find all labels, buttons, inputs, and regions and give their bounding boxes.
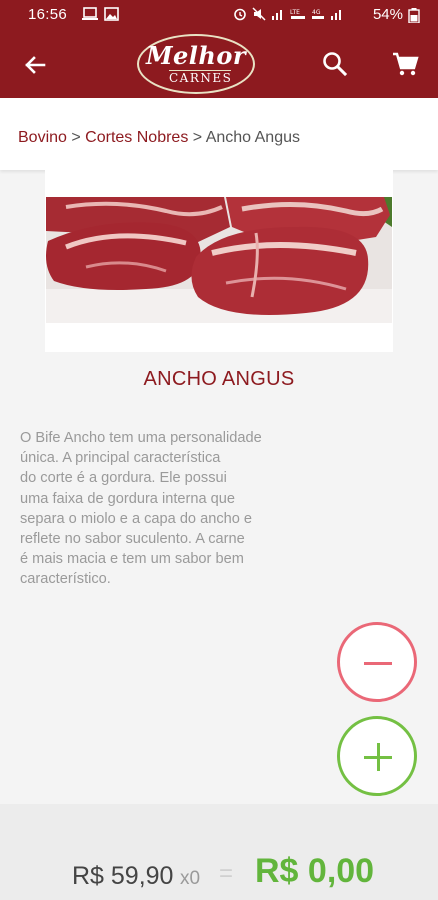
mute-icon: [252, 7, 266, 21]
breadcrumb-row: Bovino > Cortes Nobres > Ancho Angus: [18, 129, 300, 147]
arrow-left-icon[interactable]: [20, 50, 50, 80]
search-icon[interactable]: [320, 49, 350, 79]
description-line: reflete no sabor suculento. A carne: [20, 531, 245, 548]
status-time: 16:56: [28, 6, 68, 23]
description-line: uma faixa de gordura interna que: [20, 490, 235, 507]
description-line: do corte é a gordura. Ele possui: [20, 470, 227, 487]
minus-icon: [364, 662, 392, 665]
breadcrumb: Bovino > Cortes Nobres > Ancho Angus: [0, 98, 438, 170]
laptop-icon: [82, 7, 98, 20]
product-image: [46, 197, 392, 323]
brand-logo[interactable]: Melhor CARNES: [137, 34, 255, 94]
app-bar: Melhor CARNES: [0, 30, 438, 98]
alarm-icon: [234, 8, 246, 21]
decrease-quantity-button[interactable]: [337, 622, 417, 702]
breadcrumb-item-cortes-nobres[interactable]: Cortes Nobres: [85, 129, 188, 146]
total-price: R$ 0,00: [255, 852, 375, 890]
description-line: única. A principal característica: [20, 450, 221, 467]
battery-icon: [408, 8, 420, 23]
lte-icon: LTE: [290, 9, 305, 19]
description-line: separa o miolo e a capa do ancho e: [20, 510, 253, 527]
4g-icon: 4G: [312, 9, 324, 19]
cart-icon[interactable]: [390, 49, 420, 79]
breadcrumb-separator: >: [192, 129, 206, 146]
unit-price: R$ 59,90: [72, 862, 174, 890]
breadcrumb-item-current: Ancho Angus: [205, 129, 300, 146]
breadcrumb-item-bovino[interactable]: Bovino: [18, 129, 67, 146]
breadcrumb-separator: >: [71, 129, 86, 146]
logo-word-melhor: Melhor: [145, 41, 247, 70]
image-icon: [104, 7, 119, 21]
signal-icon: [272, 10, 282, 20]
product-title: ANCHO ANGUS: [143, 368, 295, 390]
signal-icon-2: [331, 10, 341, 20]
svg-text:LTE: LTE: [290, 9, 300, 16]
battery-percent: 54%: [372, 6, 403, 23]
description-line: característico.: [20, 571, 111, 588]
equals-sign: =: [219, 860, 234, 887]
quantity-multiplier: x0: [180, 868, 201, 889]
status-bar: 16:56 LTE 4G 54%: [0, 0, 438, 30]
increase-quantity-button[interactable]: [337, 716, 417, 796]
product-description: O Bife Ancho tem uma personalidade única…: [20, 428, 310, 590]
svg-text:4G: 4G: [312, 9, 321, 16]
logo-word-carnes: CARNES: [169, 70, 233, 85]
description-line: é mais macia e tem um sabor bem: [20, 551, 244, 568]
description-line: O Bife Ancho tem uma personalidade: [20, 430, 262, 446]
